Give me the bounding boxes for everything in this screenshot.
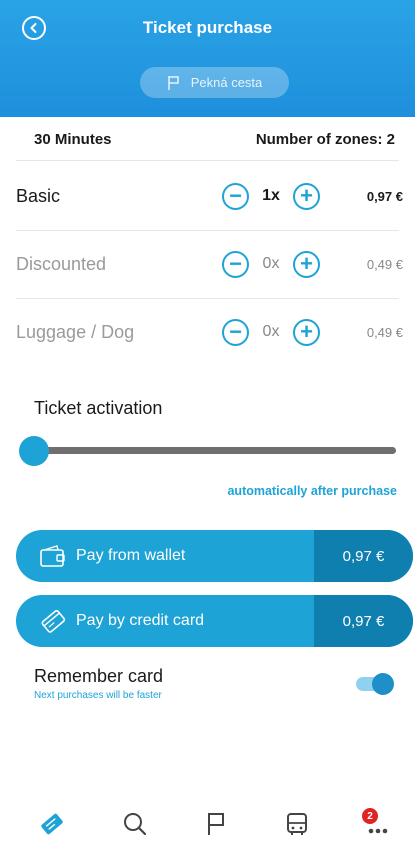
ticket-name: Basic [16,185,61,206]
flag-icon [208,813,224,835]
remember-card-title: Remember card [34,666,164,686]
route-name-pill[interactable]: Pekná cesta [140,67,289,98]
pay-by-credit-card-button[interactable]: Pay by credit card 0,97 € [16,595,413,647]
notification-badge: 2 [362,808,378,824]
header-bar: Ticket purchase Pekná cesta [0,0,415,117]
nav-tickets[interactable] [36,808,68,840]
activation-slider-track[interactable] [34,447,396,454]
ticket-name: Luggage / Dog [16,321,135,342]
ticket-quantity: 0x [262,323,280,340]
ticket-price: 0,49 € [366,256,403,272]
increment-button[interactable]: + [293,318,320,346]
pay-card-amount: 0,97 € [314,595,413,647]
decrement-button[interactable]: − [222,182,249,210]
pay-from-wallet-button[interactable]: Pay from wallet 0,97 € [16,530,413,582]
decrement-button[interactable]: − [222,250,249,278]
activation-note: automatically after purchase [227,484,397,498]
pay-wallet-amount: 0,97 € [314,530,413,582]
divider [16,160,399,161]
tickets-icon [41,813,63,835]
toggle-knob [372,673,394,695]
search-icon [124,813,147,836]
nav-transport[interactable] [281,808,313,840]
ticket-row-basic: Basic − 1x + 0,97 € [0,162,415,230]
zones-label: Number of zones: 2 [255,130,395,148]
flag-icon [167,75,179,90]
activation-slider-thumb[interactable] [19,436,49,466]
duration-label: 30 Minutes [34,130,112,148]
ticket-row-discounted: Discounted − 0x + 0,49 € [0,230,415,298]
remember-card-toggle[interactable] [356,673,394,695]
pay-card-label: Pay by credit card [76,612,205,629]
nav-search[interactable] [119,808,151,840]
increment-button[interactable]: + [293,182,320,210]
increment-button[interactable]: + [293,250,320,278]
activation-title: Ticket activation [34,398,163,418]
ticket-summary: 30 Minutes Number of zones: 2 [0,117,415,161]
route-name-label: Pekná cesta [190,75,263,90]
credit-card-icon [38,606,68,636]
ticket-row-luggage: Luggage / Dog − 0x + 0,49 € [0,298,415,366]
ticket-price: 0,97 € [366,188,403,204]
ticket-name: Discounted [16,253,107,274]
decrement-button[interactable]: − [222,318,249,346]
ticket-price: 0,49 € [366,324,403,340]
ticket-quantity: 0x [262,255,280,272]
wallet-icon [38,541,68,571]
page-title: Ticket purchase [142,18,273,37]
bus-icon [287,813,307,835]
bottom-nav [0,800,415,843]
ticket-quantity: 1x [262,187,280,204]
remember-card-subtitle: Next purchases will be faster [34,690,162,701]
pay-wallet-label: Pay from wallet [76,547,186,564]
nav-routes[interactable] [200,808,232,840]
